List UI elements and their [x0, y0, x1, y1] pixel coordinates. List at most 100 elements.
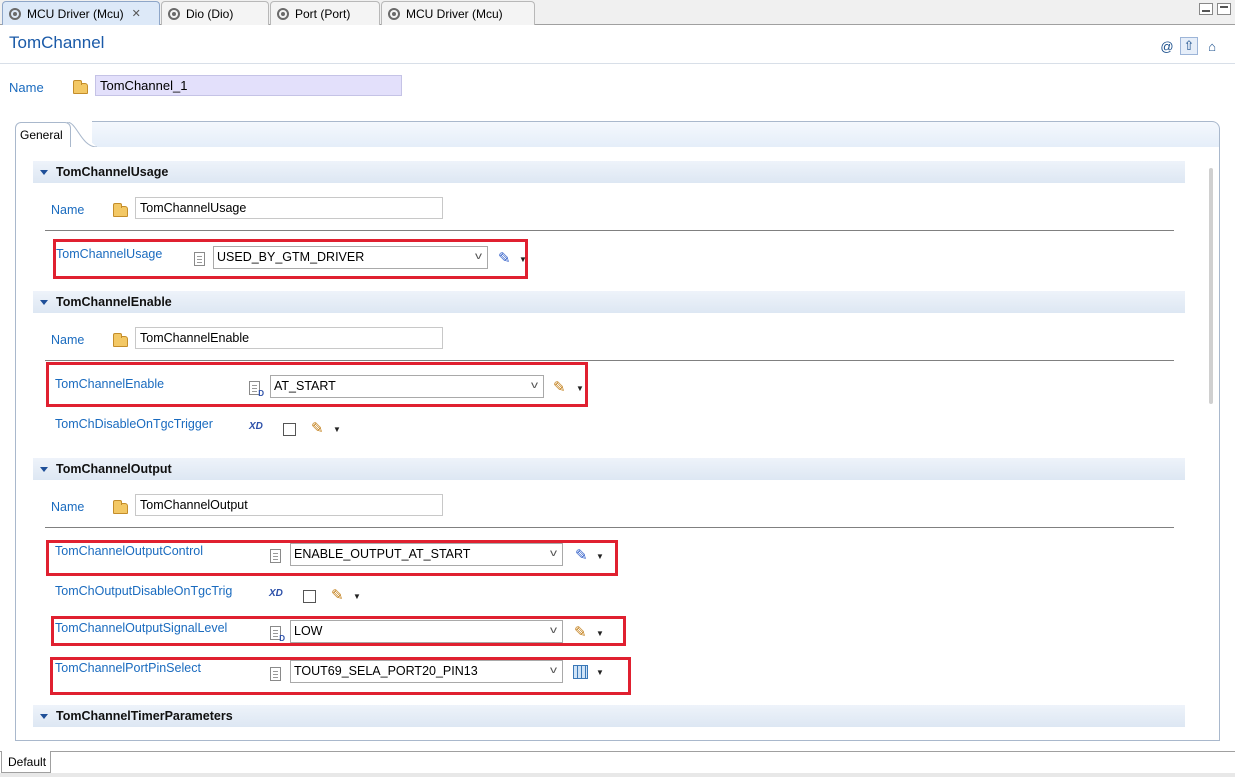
- boolean-calculated-icon: XD: [249, 421, 263, 432]
- section-separator: [45, 230, 1174, 231]
- pencil-icon[interactable]: ✎: [311, 419, 324, 437]
- collapse-triangle-icon[interactable]: [40, 466, 48, 472]
- section-title: TomChannelOutput: [56, 462, 172, 476]
- name-label: Name: [9, 80, 44, 95]
- folder-icon: [73, 80, 88, 94]
- plugin-icon: [168, 7, 180, 20]
- usage-param-label[interactable]: TomChannelUsage: [56, 247, 162, 261]
- section-title: TomChannelUsage: [56, 165, 169, 179]
- chevron-down-icon[interactable]: v: [475, 251, 482, 262]
- collapse-triangle-icon[interactable]: [40, 169, 48, 175]
- enable-select[interactable]: AT_START v: [270, 375, 544, 398]
- grid-icon[interactable]: [573, 665, 588, 679]
- collapse-triangle-icon[interactable]: [40, 713, 48, 719]
- output-name-label: Name: [51, 500, 85, 514]
- chevron-down-icon[interactable]: v: [550, 625, 557, 636]
- port-pin-select[interactable]: TOUT69_SELA_PORT20_PIN13 v: [290, 660, 563, 683]
- tab-label: Dio (Dio): [186, 6, 234, 21]
- page-title: TomChannel: [9, 33, 105, 52]
- tab-label: Port (Port): [295, 6, 351, 21]
- folder-icon: [113, 203, 128, 217]
- tab-mcu-driver-2[interactable]: MCU Driver (Mcu): [381, 1, 535, 25]
- usage-select[interactable]: USED_BY_GTM_DRIVER v: [213, 246, 488, 269]
- editor-tab-strip: MCU Driver (Mcu) ✕ Dio (Dio) Port (Port)…: [0, 0, 1235, 25]
- section-title: TomChannelEnable: [56, 295, 172, 309]
- tab-mcu-driver[interactable]: MCU Driver (Mcu) ✕: [2, 1, 160, 25]
- boolean-calculated-icon: XD: [269, 588, 283, 599]
- up-arrow-icon[interactable]: ⇧: [1180, 37, 1198, 55]
- pencil-icon[interactable]: ✎: [331, 586, 344, 604]
- tgc-disable-checkbox[interactable]: [283, 423, 296, 436]
- name-field[interactable]: TomChannel_1: [95, 75, 402, 96]
- collapse-triangle-icon[interactable]: [40, 299, 48, 305]
- port-pin-label[interactable]: TomChannelPortPinSelect: [55, 661, 201, 675]
- section-separator: [45, 360, 1174, 361]
- tab-port[interactable]: Port (Port): [270, 1, 380, 25]
- tab-header-bar: [92, 121, 1220, 147]
- at-icon[interactable]: @: [1158, 37, 1176, 55]
- usage-select-value: USED_BY_GTM_DRIVER: [217, 250, 365, 264]
- output-disable-label[interactable]: TomChOutputDisableOnTgcTrig: [55, 584, 232, 598]
- output-control-select[interactable]: ENABLE_OUTPUT_AT_START v: [290, 543, 563, 566]
- chevron-down-icon[interactable]: v: [550, 548, 557, 559]
- output-disable-checkbox[interactable]: [303, 590, 316, 603]
- folder-icon: [113, 333, 128, 347]
- tab-dio[interactable]: Dio (Dio): [161, 1, 269, 25]
- document-icon: [270, 549, 281, 563]
- enable-param-label[interactable]: TomChannelEnable: [55, 377, 164, 391]
- signal-level-label[interactable]: TomChannelOutputSignalLevel: [55, 621, 227, 635]
- status-bar: [0, 773, 1235, 777]
- enable-name-label: Name: [51, 333, 85, 347]
- document-calculated-icon: [270, 626, 285, 643]
- usage-name-field[interactable]: TomChannelUsage: [135, 197, 443, 219]
- plugin-icon: [388, 7, 400, 20]
- dropdown-arrow-icon[interactable]: ▼: [333, 425, 341, 434]
- tab-general[interactable]: General: [15, 122, 71, 147]
- calculator-icon[interactable]: ✎: [498, 249, 511, 267]
- pencil-icon[interactable]: ✎: [574, 623, 587, 641]
- tab-default[interactable]: Default: [1, 751, 51, 773]
- section-usage-header[interactable]: TomChannelUsage: [33, 161, 1185, 183]
- dropdown-arrow-icon[interactable]: ▼: [519, 255, 527, 264]
- signal-level-select[interactable]: LOW v: [290, 620, 563, 643]
- vertical-scrollbar[interactable]: [1209, 168, 1213, 404]
- document-icon: [194, 252, 205, 266]
- tgc-disable-label[interactable]: TomChDisableOnTgcTrigger: [55, 417, 213, 431]
- header-divider: [0, 63, 1235, 64]
- document-calculated-icon: [249, 381, 264, 398]
- document-icon: [270, 667, 281, 681]
- dropdown-arrow-icon[interactable]: ▼: [596, 629, 604, 638]
- output-name-field[interactable]: TomChannelOutput: [135, 494, 443, 516]
- plugin-icon: [277, 7, 289, 20]
- plugin-icon: [9, 7, 21, 20]
- output-control-value: ENABLE_OUTPUT_AT_START: [294, 547, 471, 561]
- home-icon[interactable]: ⌂: [1203, 37, 1221, 55]
- bottom-divider: [0, 751, 1235, 752]
- section-output-header[interactable]: TomChannelOutput: [33, 458, 1185, 480]
- general-panel: [15, 146, 1220, 741]
- enable-name-field[interactable]: TomChannelEnable: [135, 327, 443, 349]
- pencil-icon[interactable]: ✎: [553, 378, 566, 396]
- chevron-down-icon[interactable]: v: [531, 380, 538, 391]
- minimize-button[interactable]: [1199, 3, 1213, 15]
- section-title: TomChannelTimerParameters: [56, 709, 233, 723]
- dropdown-arrow-icon[interactable]: ▼: [596, 552, 604, 561]
- section-separator: [45, 527, 1174, 528]
- calculator-icon[interactable]: ✎: [575, 546, 588, 564]
- output-control-label[interactable]: TomChannelOutputControl: [55, 544, 203, 558]
- section-enable-header[interactable]: TomChannelEnable: [33, 291, 1185, 313]
- tab-label: MCU Driver (Mcu): [406, 6, 503, 21]
- chevron-down-icon[interactable]: v: [550, 665, 557, 676]
- dropdown-arrow-icon[interactable]: ▼: [576, 384, 584, 393]
- close-icon[interactable]: ✕: [132, 7, 141, 20]
- enable-select-value: AT_START: [274, 379, 336, 393]
- usage-name-label: Name: [51, 203, 85, 217]
- tab-label: MCU Driver (Mcu): [27, 6, 124, 21]
- port-pin-value: TOUT69_SELA_PORT20_PIN13: [294, 664, 478, 678]
- signal-level-value: LOW: [294, 624, 323, 638]
- maximize-button[interactable]: [1217, 3, 1231, 15]
- folder-icon: [113, 500, 128, 514]
- dropdown-arrow-icon[interactable]: ▼: [353, 592, 361, 601]
- dropdown-arrow-icon[interactable]: ▼: [596, 668, 604, 677]
- section-timer-header[interactable]: TomChannelTimerParameters: [33, 705, 1185, 727]
